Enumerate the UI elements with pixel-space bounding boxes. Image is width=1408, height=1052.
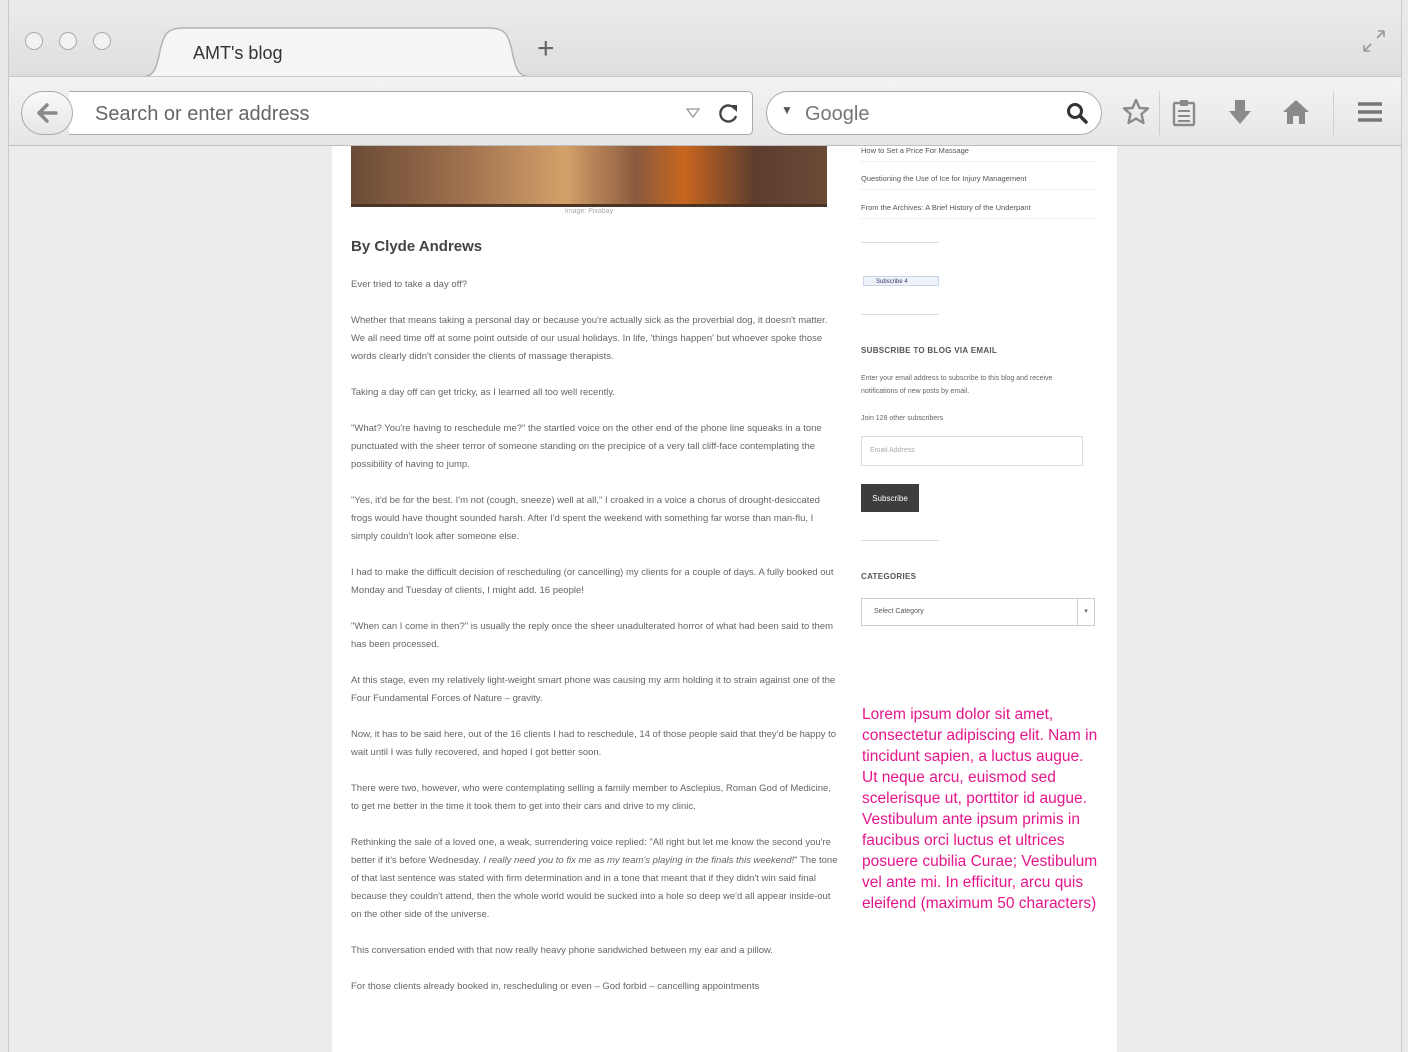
- address-input[interactable]: [93, 100, 657, 128]
- browser-window: AMT's blog + ▼: [8, 0, 1402, 1052]
- history-dropdown-icon[interactable]: [685, 103, 701, 123]
- widget-divider: [861, 242, 939, 243]
- search-bar[interactable]: ▼: [766, 91, 1102, 135]
- hamburger-icon[interactable]: [1355, 97, 1385, 127]
- minimize-window-button[interactable]: [59, 32, 77, 50]
- title-bar: AMT's blog +: [9, 0, 1401, 78]
- subscribe-button[interactable]: Subscribe: [861, 484, 919, 512]
- zoom-window-button[interactable]: [93, 32, 111, 50]
- new-tab-plus-icon[interactable]: +: [537, 34, 555, 64]
- tab-active[interactable]: AMT's blog: [139, 26, 534, 78]
- recent-post-link[interactable]: Questioning the Use of Ice for Injury Ma…: [861, 174, 1097, 190]
- toolbar-separator: [1159, 91, 1160, 135]
- email-widget-title: SUBSCRIBE TO BLOG VIA EMAIL: [861, 346, 998, 355]
- subscribe-badge[interactable]: Subscribe 4: [863, 276, 939, 286]
- annotation-text: Lorem ipsum dolor sit amet, consectetur …: [862, 706, 1098, 912]
- subscriber-count: Join 128 other subscribers: [861, 415, 944, 422]
- category-select-value: Select Category: [874, 608, 924, 615]
- address-bar[interactable]: [69, 91, 753, 135]
- post-paragraph: For those clients already booked in, res…: [351, 981, 760, 992]
- post-author: By Clyde Andrews: [351, 238, 483, 255]
- search-input[interactable]: [803, 100, 1047, 128]
- chevron-down-icon: ▾: [1077, 599, 1094, 625]
- back-arrow-icon: [37, 103, 58, 123]
- clipboard-icon[interactable]: [1169, 97, 1199, 127]
- post-body: Ever tried to take a day off? Whether th…: [351, 276, 841, 1014]
- post-paragraph: Rethinking the sale of a loved one, a we…: [351, 834, 841, 924]
- post-emphasis: I really need you to fix me as my team's…: [483, 855, 795, 866]
- post-paragraph: "What? You're having to reschedule me?" …: [351, 423, 822, 470]
- post-paragraph: "When can I come in then?" is usually th…: [351, 621, 834, 650]
- post-paragraph: Taking a day off can get tricky, as I le…: [351, 387, 616, 398]
- home-icon[interactable]: [1281, 97, 1311, 127]
- post-image: [351, 146, 827, 207]
- post-paragraph: Whether that means taking a personal day…: [351, 315, 828, 362]
- email-field[interactable]: Email Address: [861, 436, 1083, 466]
- toolbar-separator: [1333, 91, 1334, 135]
- post-paragraph: This conversation ended with that now re…: [351, 945, 773, 956]
- tab-title: AMT's blog: [193, 43, 283, 63]
- widget-divider: [861, 540, 939, 541]
- post-paragraph: Ever tried to take a day off?: [351, 279, 468, 290]
- email-widget-description: Enter your email address to subscribe to…: [861, 375, 1053, 395]
- search-engine-dropdown-icon[interactable]: ▼: [781, 103, 793, 117]
- download-arrow-icon[interactable]: [1225, 97, 1255, 127]
- magnifier-icon[interactable]: [1065, 101, 1089, 125]
- post-paragraph: I had to make the difficult decision of …: [351, 567, 834, 596]
- categories-title: CATEGORIES: [861, 572, 917, 581]
- recent-post-link[interactable]: How to Set a Price For Massage: [861, 146, 1097, 162]
- post-paragraph: Now, it has to be said here, out of the …: [351, 729, 837, 758]
- reload-icon[interactable]: [717, 100, 741, 126]
- post-paragraph: There were two, however, who were contem…: [351, 783, 831, 812]
- blog-page: Image: Pixabay By Clyde Andrews Ever tri…: [332, 146, 1117, 1052]
- star-icon[interactable]: [1121, 97, 1151, 127]
- category-select[interactable]: Select Category ▾: [861, 598, 1095, 626]
- navigation-toolbar: ▼: [9, 76, 1401, 146]
- post-paragraph: "Yes, it'd be for the best. I'm not (cou…: [351, 495, 820, 542]
- post-paragraph: At this stage, even my relatively light-…: [351, 675, 836, 704]
- image-caption: Image: Pixabay: [564, 208, 614, 215]
- recent-post-link[interactable]: From the Archives: A Brief History of th…: [861, 203, 1097, 219]
- widget-divider: [861, 314, 939, 315]
- page-viewport: Image: Pixabay By Clyde Andrews Ever tri…: [9, 146, 1401, 1052]
- back-button[interactable]: [21, 91, 73, 135]
- close-window-button[interactable]: [25, 32, 43, 50]
- fullscreen-icon[interactable]: [1361, 28, 1387, 54]
